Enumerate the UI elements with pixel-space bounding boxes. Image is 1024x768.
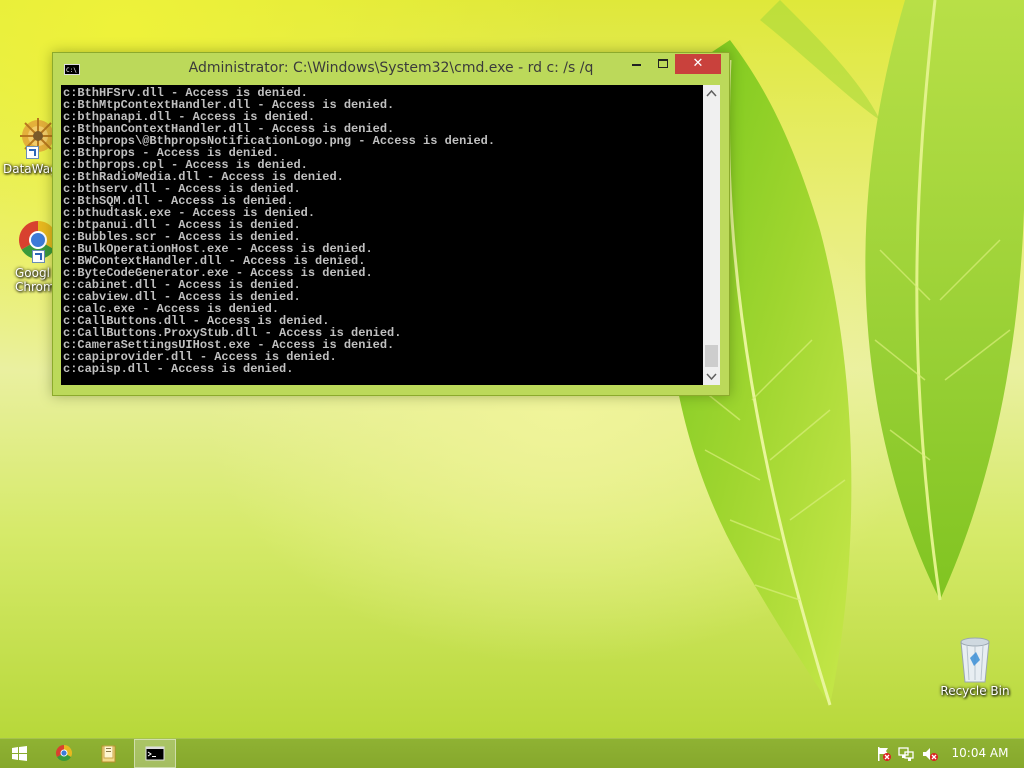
close-icon: ✕ xyxy=(692,56,704,71)
file-explorer-icon xyxy=(101,745,116,763)
scroll-up-button[interactable] xyxy=(703,85,720,102)
chevron-up-icon xyxy=(706,89,717,97)
cmd-icon xyxy=(145,746,165,761)
vertical-scrollbar[interactable] xyxy=(703,85,720,385)
desktop-icon-recycle-bin[interactable]: Recycle Bin xyxy=(937,634,1013,698)
maximize-button[interactable] xyxy=(651,54,675,74)
cmd-window[interactable]: C:\ Administrator: C:\Windows\System32\c… xyxy=(52,52,730,396)
start-button[interactable] xyxy=(0,739,40,768)
close-button[interactable]: ✕ xyxy=(675,54,721,74)
network-icon[interactable] xyxy=(898,746,914,762)
scroll-down-button[interactable] xyxy=(703,368,720,385)
recycle-bin-icon xyxy=(960,637,990,683)
start-icon xyxy=(12,746,27,761)
taskbar-cmd-button[interactable] xyxy=(134,739,176,768)
shortcut-arrow-icon xyxy=(26,146,39,159)
chrome-icon xyxy=(55,745,73,762)
action-center-flag-icon[interactable] xyxy=(876,746,892,762)
desktop-icon-label: Recycle Bin xyxy=(940,684,1010,698)
volume-muted-icon[interactable] xyxy=(922,746,938,762)
scrollbar-thumb[interactable] xyxy=(705,345,718,367)
taskbar-chrome-button[interactable] xyxy=(44,739,84,768)
console-lines: c:BthHFSrv.dll - Access is denied. c:BthM… xyxy=(61,85,703,375)
taskbar: 10:04 AM xyxy=(0,738,1024,768)
shortcut-arrow-icon xyxy=(32,250,45,263)
chevron-down-icon xyxy=(706,373,717,381)
desktop: DataWag Googl Chrom Recycle Bin C:\ Admi… xyxy=(0,0,1024,738)
taskbar-file-explorer-button[interactable] xyxy=(89,739,129,768)
minimize-button[interactable] xyxy=(623,54,651,74)
title-bar[interactable]: C:\ Administrator: C:\Windows\System32\c… xyxy=(53,53,729,85)
console-output[interactable]: c:BthHFSrv.dll - Access is denied. c:BthM… xyxy=(61,85,703,385)
console-line: c:capisp.dll - Access is denied. xyxy=(63,362,294,376)
taskbar-clock[interactable]: 10:04 AM xyxy=(950,739,1010,768)
